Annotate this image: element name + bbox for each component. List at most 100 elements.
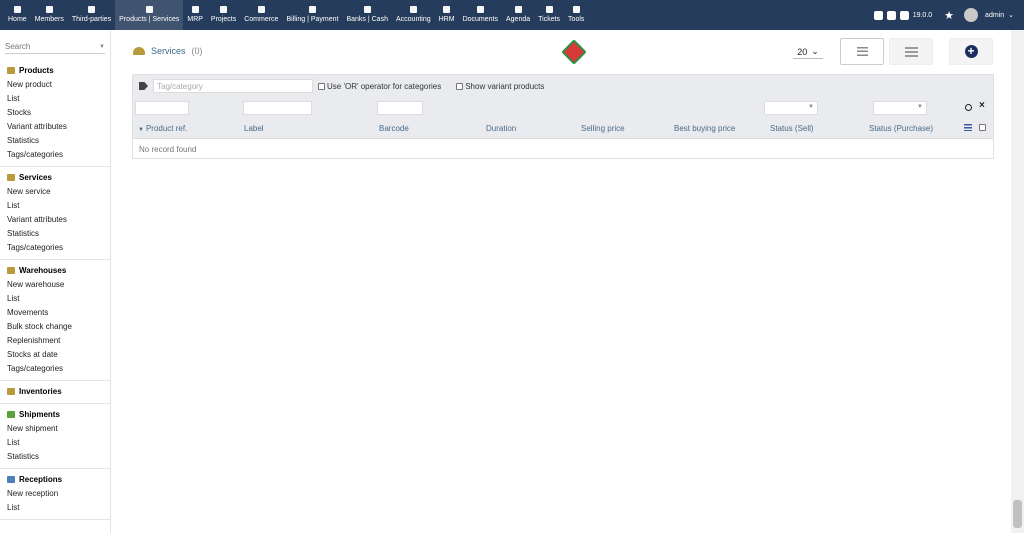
help-icon[interactable] (899, 10, 909, 20)
or-operator-checkbox[interactable] (318, 82, 325, 90)
building-icon (88, 6, 96, 13)
top-menu-third-parties[interactable]: Third-parties (68, 0, 115, 30)
menu-link[interactable]: Variant attributes (0, 120, 110, 134)
bug-icon[interactable] (873, 10, 883, 20)
menu-link[interactable]: Variant attributes (0, 213, 110, 227)
top-menu-tickets[interactable]: Tickets (534, 0, 564, 30)
column-header[interactable]: Best buying price (674, 124, 735, 133)
menu-title-receptions[interactable]: Receptions (0, 473, 110, 487)
top-menu-members[interactable]: Members (31, 0, 68, 30)
menu-link[interactable]: Bulk stock change (0, 320, 110, 334)
menu-search-input[interactable] (5, 42, 85, 51)
top-menu-label: Banks | Cash (346, 16, 388, 23)
cubes-icon (191, 6, 199, 13)
filter-bar: Tag/category Use 'OR' operator for categ… (133, 75, 993, 97)
menu-link[interactable]: Stocks at date (0, 348, 110, 362)
top-menu-mrp[interactable]: MRP (183, 0, 207, 30)
menu-link[interactable]: New service (0, 185, 110, 199)
top-menu-accounting[interactable]: Accounting (392, 0, 435, 30)
scrollbar-thumb[interactable] (1013, 500, 1022, 528)
column-header[interactable]: Duration (486, 124, 516, 133)
column-header[interactable]: Selling price (581, 124, 625, 133)
menu-link[interactable]: Statistics (0, 450, 110, 464)
chevron-down-icon[interactable]: ▼ (99, 44, 105, 50)
menu-link[interactable]: Tags/categories (0, 362, 110, 376)
barcode-filter-input[interactable] (377, 101, 423, 115)
column-header[interactable]: ▼ Product ref. (138, 124, 187, 133)
or-operator-label: Use 'OR' operator for categories (327, 81, 442, 91)
bank-icon (363, 6, 371, 13)
menu-link[interactable]: Statistics (0, 134, 110, 148)
status-sell-filter[interactable]: ▼ (764, 101, 818, 115)
module-logo-icon (561, 39, 587, 65)
top-menu-billing-payment[interactable]: Billing | Payment (282, 0, 342, 30)
menu-title-shipments[interactable]: Shipments (0, 408, 110, 422)
menu-link[interactable]: Tags/categories (0, 148, 110, 162)
menu-link[interactable]: List (0, 292, 110, 306)
menu-link[interactable]: New reception (0, 487, 110, 501)
column-header[interactable]: Label (244, 124, 264, 133)
tag-category-input[interactable]: Tag/category (153, 79, 313, 93)
variant-products-option[interactable]: Show variant products (456, 82, 544, 91)
page-scrollbar[interactable] (1011, 30, 1024, 533)
top-menu-documents[interactable]: Documents (459, 0, 502, 30)
label-filter-input[interactable] (243, 101, 312, 115)
menu-link[interactable]: New product (0, 78, 110, 92)
status-purchase-filter[interactable]: ▼ (873, 101, 927, 115)
member-icon (45, 6, 53, 13)
top-menu-commerce[interactable]: Commerce (240, 0, 282, 30)
menu-link[interactable]: New warehouse (0, 278, 110, 292)
list-view-button[interactable] (840, 38, 884, 65)
menu-link[interactable]: List (0, 501, 110, 515)
add-service-button[interactable]: + (949, 38, 993, 65)
box-open-icon (7, 267, 15, 274)
menu-link[interactable]: List (0, 199, 110, 213)
menu-title-warehouses[interactable]: Warehouses (0, 264, 110, 278)
top-menu-products-services[interactable]: Products | Services (115, 0, 184, 30)
column-header[interactable]: Status (Purchase) (869, 124, 933, 133)
menu-link[interactable]: Stocks (0, 106, 110, 120)
user-name[interactable]: admin (985, 12, 1004, 19)
menu-title-inventories[interactable]: Inventories (0, 385, 110, 399)
menu-link[interactable]: Statistics (0, 227, 110, 241)
column-header-label: Status (Sell) (770, 124, 814, 133)
top-menu-banks-cash[interactable]: Banks | Cash (342, 0, 392, 30)
or-operator-option[interactable]: Use 'OR' operator for categories (318, 82, 441, 91)
top-menu-hrm[interactable]: HRM (435, 0, 459, 30)
column-header[interactable]: Barcode (379, 124, 409, 133)
top-menu-tools[interactable]: Tools (564, 0, 588, 30)
menu-title-products[interactable]: Products (0, 64, 110, 78)
menu-title-label: Inventories (19, 387, 62, 396)
select-all-checkbox[interactable] (979, 124, 986, 131)
ref-filter-input[interactable] (135, 101, 189, 115)
top-menu-bar: Home Members Third-parties Products | Servi… (0, 0, 1024, 30)
kanban-view-button[interactable] (889, 38, 933, 65)
menu-link[interactable]: Movements (0, 306, 110, 320)
column-header[interactable]: Status (Sell) (770, 124, 814, 133)
print-icon[interactable] (886, 10, 896, 20)
per-page-value: 20 (797, 46, 808, 57)
per-page-select[interactable]: 20 ⌄ (793, 45, 823, 59)
menu-block-inventories: Inventories (0, 381, 110, 404)
top-menu-projects[interactable]: Projects (207, 0, 240, 30)
menu-link[interactable]: Replenishment (0, 334, 110, 348)
menu-title-services[interactable]: Services (0, 171, 110, 185)
column-select-icon[interactable] (964, 124, 972, 131)
close-icon[interactable]: × (979, 100, 985, 111)
boxes-icon (7, 388, 15, 395)
top-menu-home[interactable]: Home (4, 0, 31, 30)
services-table: Tag/category Use 'OR' operator for categ… (132, 74, 994, 159)
avatar[interactable] (964, 8, 979, 22)
variant-products-checkbox[interactable] (456, 82, 464, 90)
menu-link[interactable]: New shipment (0, 422, 110, 436)
menu-link[interactable]: List (0, 436, 110, 450)
bookmark-star-icon[interactable]: ★ (944, 9, 954, 22)
top-right-tools: 19.0.0 ★ admin ⌄ (873, 0, 1024, 30)
column-header-label: Label (244, 124, 264, 133)
chevron-down-icon[interactable]: ⌄ (1008, 11, 1014, 19)
search-icon[interactable] (965, 104, 972, 111)
menu-link[interactable]: Tags/categories (0, 241, 110, 255)
menu-link[interactable]: List (0, 92, 110, 106)
column-header-label: Selling price (581, 124, 625, 133)
top-menu-agenda[interactable]: Agenda (502, 0, 534, 30)
